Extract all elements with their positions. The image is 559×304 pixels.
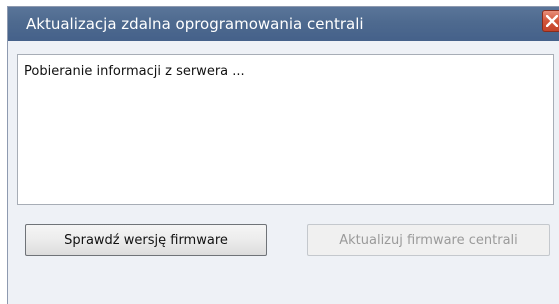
status-log[interactable]: Pobieranie informacji z serwera ...	[17, 54, 554, 205]
close-button[interactable]	[542, 10, 559, 32]
close-icon	[546, 15, 558, 27]
check-firmware-button[interactable]: Sprawdź wersję firmware	[25, 224, 267, 256]
window-title: Aktualizacja zdalna oprogramowania centr…	[26, 15, 364, 33]
firmware-update-dialog: Aktualizacja zdalna oprogramowania centr…	[7, 6, 559, 304]
update-firmware-button[interactable]: Aktualizuj firmware centrali	[307, 224, 550, 256]
title-bar[interactable]: Aktualizacja zdalna oprogramowania centr…	[8, 7, 559, 41]
log-line: Pobieranie informacji z serwera ...	[24, 64, 245, 79]
